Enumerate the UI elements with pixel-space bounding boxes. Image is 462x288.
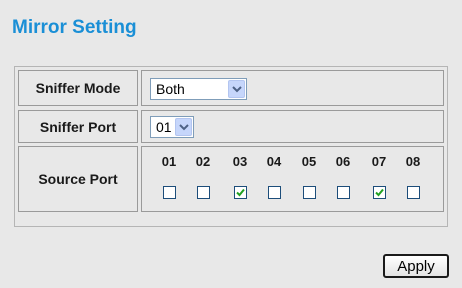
sniffer-mode-select[interactable]: Both [150,78,247,100]
sniffer-port-label-cell: Sniffer Port [18,110,138,143]
port-number: 04 [266,154,282,169]
port-07-checkbox[interactable] [373,186,386,199]
sniffer-mode-value: Both [156,81,185,97]
sniffer-port-select[interactable]: 01 [150,116,194,138]
source-port-label-cell: Source Port [18,146,138,212]
chevron-down-icon[interactable] [228,80,245,98]
sniffer-port-label: Sniffer Port [39,118,117,135]
port-number: 07 [371,154,387,169]
port-06-checkbox[interactable] [337,186,350,199]
port-number: 03 [232,154,248,169]
chevron-down-icon[interactable] [175,118,192,136]
sniffer-mode-label: Sniffer Mode [35,80,121,96]
port-01-checkbox[interactable] [163,186,176,199]
source-port-label: Source Port [38,171,118,187]
sniffer-mode-label-cell: Sniffer Mode [18,70,138,106]
port-08-checkbox[interactable] [407,186,420,199]
port-number: 06 [335,154,351,169]
port-04-checkbox[interactable] [268,186,281,199]
port-02-checkbox[interactable] [197,186,210,199]
port-number: 05 [301,154,317,169]
checkmark-icon [375,188,384,197]
port-number: 08 [405,154,421,169]
port-number: 01 [161,154,177,169]
sniffer-port-value: 01 [156,119,172,135]
port-number: 02 [195,154,211,169]
apply-button[interactable]: Apply [383,254,449,278]
port-03-checkbox[interactable] [234,186,247,199]
port-05-checkbox[interactable] [303,186,316,199]
checkmark-icon [236,188,245,197]
page-title: Mirror Setting [12,17,137,38]
